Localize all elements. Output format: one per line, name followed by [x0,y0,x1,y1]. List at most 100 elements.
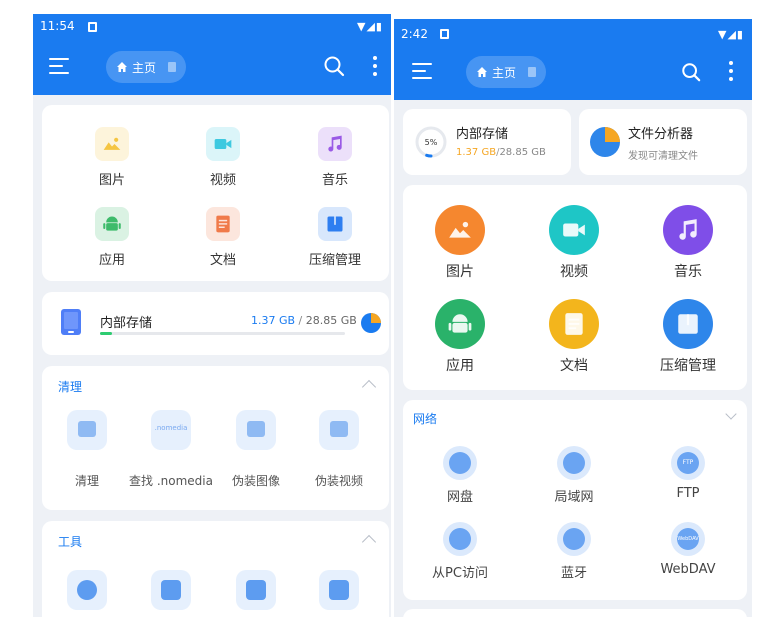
nomedia-badge: .nomedia [154,424,188,432]
quick-access-android[interactable]: 应用 [62,207,162,268]
storage-progress-fill [100,332,112,335]
home-icon [117,62,127,72]
storage-total: 28.85 GB [305,314,357,327]
status-bar: 11:54 ▼◢▮ [33,14,391,40]
clean-item-label: 伪装视频 [314,474,363,488]
quick-access-label: 图片 [98,173,125,188]
icon-circle [435,299,485,349]
quick-access-archive[interactable]: 压缩管理 [285,207,385,268]
breadcrumb[interactable]: 主页 [466,56,547,88]
network-item-label: 局域网 [554,490,594,505]
nomedia-icon: .nomedia [151,410,191,450]
quick-access-label: 文档 [560,358,588,374]
webdav-icon: WebDAV [671,522,705,556]
search-icon[interactable] [681,62,701,82]
video-icon [214,139,232,149]
storage-pie-icon [361,313,381,333]
network-item-label: FTP [676,486,700,501]
network-item-label: 从PC访问 [432,566,488,581]
icon-circle [435,205,485,255]
internal-storage-card[interactable]: 5% 内部存储 1.37 GB/28.85 GB [403,109,571,175]
icon-circle [549,299,599,349]
quick-access-archive[interactable]: 压缩管理 [638,299,738,379]
bluetooth-icon [557,522,591,556]
scan-icon[interactable] [319,570,359,610]
storage-ring-label: 5% [425,138,438,147]
icon-tile [95,127,129,161]
quick-access-label: 压缩管理 [660,358,716,374]
sim-icon [440,29,449,39]
quick-access-video[interactable]: 视频 [524,205,624,285]
network-item-label: 蓝牙 [560,566,587,581]
archive-icon [327,216,343,232]
network-item[interactable]: WebDAV WebDAV [638,522,738,586]
more-options-icon[interactable] [372,56,378,76]
analyzer-title: 文件分析器 [628,127,694,142]
quick-access-music[interactable]: 音乐 [638,205,738,285]
quick-access-card: 图片 视频 音乐应用 文档 压缩管理 [403,185,747,390]
quick-access-picture[interactable]: 图片 [410,205,510,285]
breadcrumb[interactable]: 主页 [106,51,187,83]
menu-icon[interactable] [49,58,69,74]
quick-access-picture[interactable]: 图片 [62,127,162,188]
android-icon [448,314,472,333]
broom-icon [67,410,107,450]
next-card [403,609,747,617]
icon-circle [663,205,713,255]
menu-icon[interactable] [412,63,432,79]
ftp-icon: FTP [671,446,705,480]
storage-used: 1.37 GB [456,147,497,158]
quick-access-label: 音乐 [674,264,702,280]
network-item[interactable]: FTP FTP [638,446,738,510]
collapse-chevron-icon[interactable] [361,534,377,550]
quick-access-document[interactable]: 文档 [524,299,624,379]
icon-circle [549,205,599,255]
storage-separator: / [295,314,306,327]
app-header: 11:54 ▼◢▮ 主页 [33,14,391,95]
expand-chevron-icon[interactable] [725,408,737,420]
app-bar: 主页 [33,42,391,92]
more-options-icon[interactable] [728,61,734,81]
file-analyzer-card[interactable]: 文件分析器 发现可清理文件 [579,109,747,175]
document-icon [168,62,177,72]
network-item[interactable]: 蓝牙 [524,522,624,586]
quick-access-label: 视频 [209,173,236,188]
network-item[interactable]: 从PC访问 [410,522,510,586]
cloud-drive-icon [443,446,477,480]
quick-access-document[interactable]: 文档 [173,207,273,268]
icon-tile [206,127,240,161]
clean-item[interactable]: 伪装视频 [289,410,389,492]
document-icon [565,313,583,335]
clean-section-title: 清理 [58,380,83,394]
archive-icon [678,314,698,334]
internal-storage-card[interactable]: 内部存储 1.37 GB / 28.85 GB [42,292,389,355]
picture-icon [103,137,121,150]
analyzer-tool-icon[interactable] [67,570,107,610]
music-icon [679,219,697,240]
quick-access-label: 应用 [446,358,474,374]
storage-ring-icon: 5% [415,126,447,158]
tools-card: 工具 [42,521,389,617]
quick-access-android[interactable]: 应用 [410,299,510,379]
storage-used: 1.37 GB [251,314,296,327]
quick-access-card: 图片 视频 音乐应用 文档 压缩管理 [42,105,389,281]
signal-battery-icon: ▼◢▮ [718,28,744,41]
icon-tile [206,207,240,241]
video-icon [563,223,585,237]
quick-access-video[interactable]: 视频 [173,127,273,188]
signal-battery-icon: ▼◢▮ [357,20,383,33]
storage-usage: 1.37 GB / 28.85 GB [251,314,357,327]
search-icon[interactable] [323,55,345,77]
quick-access-label: 压缩管理 [308,253,361,268]
cloud-icon[interactable] [151,570,191,610]
pc-access-icon [443,522,477,556]
storage-total: 28.85 GB [499,147,546,158]
recycle-bin-icon[interactable] [236,570,276,610]
quick-access-music[interactable]: 音乐 [285,127,385,188]
collapse-chevron-icon[interactable] [361,379,377,395]
storage-title: 内部存储 [100,316,153,331]
document-icon [216,215,230,233]
status-time: 2:42 [401,27,428,41]
network-item[interactable]: 局域网 [524,446,624,510]
network-item[interactable]: 网盘 [410,446,510,510]
